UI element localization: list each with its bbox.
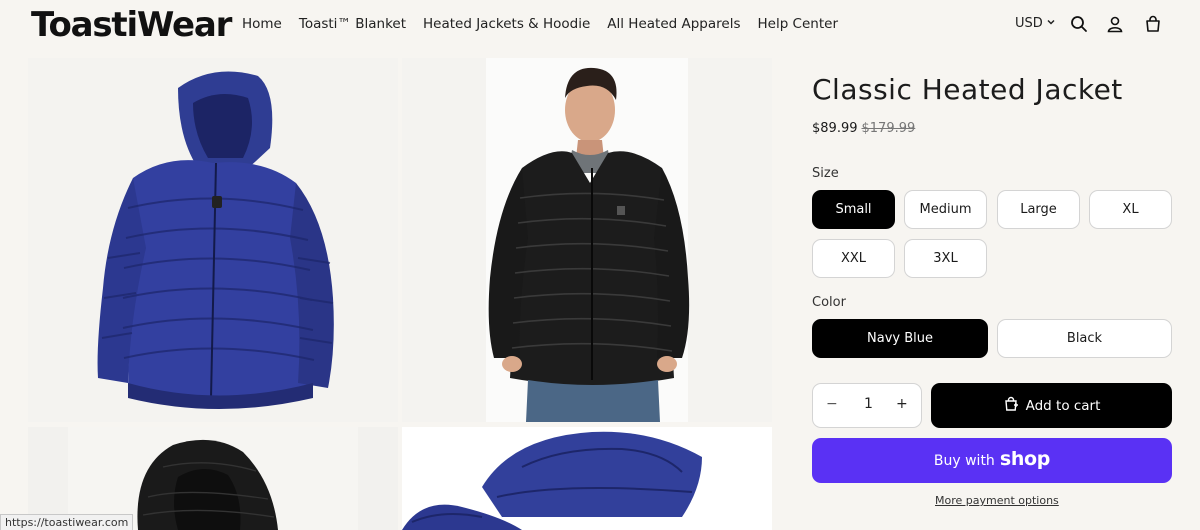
nav-heated-jackets[interactable]: Heated Jackets & Hoodie [423, 16, 590, 32]
main-nav: Home Toasti™ Blanket Heated Jackets & Ho… [242, 16, 838, 32]
product-image-navy-front[interactable] [28, 58, 398, 422]
buy-with-label: Buy with [933, 452, 995, 469]
nav-all-apparels[interactable]: All Heated Apparels [607, 16, 740, 32]
currency-selector[interactable]: USD [1015, 16, 1056, 31]
product-image-navy-detail[interactable] [402, 427, 772, 530]
site-header: ToastiWear Home Toasti™ Blanket Heated J… [0, 0, 1200, 50]
cart-icon[interactable] [1143, 14, 1163, 34]
quantity-stepper: − 1 + [812, 383, 922, 428]
minus-icon[interactable]: − [826, 396, 838, 412]
compare-price: $179.99 [861, 121, 916, 136]
size-option-xl[interactable]: XL [1089, 190, 1172, 229]
quantity-value[interactable]: 1 [864, 396, 873, 412]
nav-home[interactable]: Home [242, 16, 282, 32]
size-label: Size [812, 166, 839, 181]
shop-pay-logo: shop [999, 448, 1051, 470]
status-bar-url: https://toastiwear.com [0, 514, 134, 530]
add-to-cart-button[interactable]: Add to cart [931, 383, 1172, 428]
add-to-cart-label: Add to cart [1025, 397, 1101, 414]
nav-help-center[interactable]: Help Center [757, 16, 838, 32]
plus-icon[interactable]: + [896, 396, 908, 412]
sale-price: $89.99 [812, 121, 858, 136]
cart-add-icon [1003, 396, 1019, 416]
product-image-man-black[interactable] [402, 58, 772, 422]
shop-pay-button[interactable]: Buy with shop [812, 438, 1172, 483]
site-logo[interactable]: ToastiWear [31, 5, 232, 45]
search-icon[interactable] [1069, 14, 1089, 34]
color-label: Color [812, 295, 846, 310]
size-option-small[interactable]: Small [812, 190, 895, 229]
size-option-xxl[interactable]: XXL [812, 239, 895, 278]
size-option-large[interactable]: Large [997, 190, 1080, 229]
account-icon[interactable] [1105, 14, 1125, 34]
size-option-medium[interactable]: Medium [904, 190, 987, 229]
product-price: $89.99 $179.99 [812, 121, 915, 136]
color-option-black[interactable]: Black [997, 319, 1172, 358]
currency-label: USD [1015, 16, 1043, 31]
nav-blanket[interactable]: Toasti™ Blanket [299, 16, 406, 32]
size-option-3xl[interactable]: 3XL [904, 239, 987, 278]
chevron-down-icon [1046, 16, 1056, 31]
color-option-navy-blue[interactable]: Navy Blue [812, 319, 988, 358]
more-payment-options-link[interactable]: More payment options [935, 494, 1059, 507]
product-title: Classic Heated Jacket [812, 73, 1123, 106]
